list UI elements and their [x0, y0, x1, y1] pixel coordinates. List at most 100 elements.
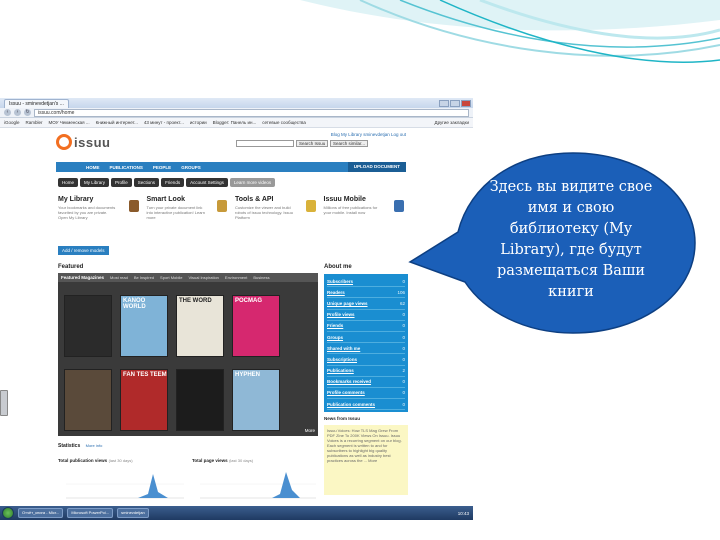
close-button[interactable] [461, 99, 471, 107]
side-scroll-handle[interactable] [0, 390, 8, 416]
about-label[interactable]: Shared with me [327, 346, 360, 351]
start-button[interactable] [2, 507, 14, 519]
bookmark-item[interactable]: iGoogle [4, 120, 20, 125]
about-value: 0 [402, 312, 405, 318]
magazine-cover[interactable] [64, 295, 112, 357]
about-label[interactable]: Publication comments [327, 402, 375, 407]
bookmark-item[interactable]: Rambler [26, 120, 43, 125]
tab-environment[interactable]: Environment [225, 275, 247, 280]
search-input[interactable] [236, 140, 294, 147]
top-links[interactable]: Blog My Library sminevdetjan Log out [331, 132, 406, 137]
back-icon[interactable]: ‹ [4, 109, 11, 116]
bookmark-item[interactable]: Blogger: Панель ин... [213, 120, 257, 125]
about-value: 62 [399, 300, 405, 306]
panel-text: Your bookmarks and documents favorited b… [58, 205, 116, 220]
about-row: Shared with me 0 [327, 343, 405, 355]
about-label[interactable]: Bookmarks received [327, 379, 371, 384]
tab-be-inspired[interactable]: Be Inspired [134, 275, 154, 280]
add-remove-button[interactable]: Add / remove models [58, 246, 109, 255]
minimize-button[interactable] [439, 99, 449, 107]
panel-my-library[interactable]: My Library Your bookmarks and documents … [58, 196, 141, 232]
tools-icon [305, 200, 316, 212]
bookmark-item[interactable]: Книжный интернет... [96, 120, 138, 125]
about-label[interactable]: Profile views [327, 312, 355, 317]
bookmark-item[interactable]: сетевые сообщества [262, 120, 306, 125]
nav-groups[interactable]: GROUPS [181, 165, 201, 170]
browser-screenshot: Issuu - sminevdetjan's ... ‹ › ↻ issuu.c… [0, 98, 473, 528]
maximize-button[interactable] [450, 99, 460, 107]
magazine-cover[interactable]: KANOO WORLD [120, 295, 168, 357]
more-link[interactable]: More [305, 428, 315, 433]
tab-sections[interactable]: Sections [133, 178, 160, 187]
panel-tools-api[interactable]: Tools & API Customize the viewer and bui… [235, 196, 318, 232]
forward-icon[interactable]: › [14, 109, 21, 116]
panel-issuu-mobile[interactable]: Issuu Mobile Millions of free publicatio… [324, 196, 407, 232]
stats-more-info[interactable]: More info [86, 443, 103, 448]
tab-friends[interactable]: Friends [161, 178, 185, 187]
tab-most-read[interactable]: Most read [110, 275, 128, 280]
tab-sport-mobile[interactable]: Sport Mobile [160, 275, 182, 280]
taskbar-item[interactable]: Отчёт_книга - Micr... [18, 508, 64, 518]
search-button[interactable]: Search Issuu [296, 140, 329, 147]
cover-title: HYPHEN [235, 372, 261, 378]
windows-taskbar: Отчёт_книга - Micr... Microsoft PowerPoi… [0, 506, 473, 520]
taskbar-item[interactable]: sminevdetjan [117, 508, 149, 518]
url-input[interactable]: issuu.com/home [34, 108, 469, 117]
tab-my-library[interactable]: My Library [80, 178, 110, 187]
magazine-cover[interactable]: FAN TES TEEM [120, 369, 168, 431]
about-label[interactable]: Publications [327, 368, 354, 373]
about-row: Unique page views 62 [327, 298, 405, 310]
bookmark-item[interactable]: Другие закладки [435, 120, 469, 125]
featured-tabs: Featured Magazines Most read Be Inspired… [58, 273, 318, 282]
about-row: Friends 0 [327, 321, 405, 332]
about-row: Readers 106 [327, 287, 405, 299]
reload-icon[interactable]: ↻ [24, 109, 31, 116]
tab-profile[interactable]: Profile [111, 178, 132, 187]
about-value: 0 [402, 390, 405, 396]
bookmark-item[interactable]: 43 минут - проект... [144, 120, 184, 125]
about-value: 2 [402, 368, 405, 374]
magazine-cover[interactable]: HYPHEN [232, 369, 280, 431]
about-label[interactable]: Friends [327, 323, 343, 328]
issuu-logo[interactable]: issuu [56, 134, 110, 150]
window-controls [439, 99, 473, 107]
about-heading: About me [324, 264, 352, 270]
page-views-chart: Total page views (last 30 days) [192, 458, 320, 503]
about-label[interactable]: Subscribers [327, 279, 353, 284]
about-label[interactable]: Groups [327, 335, 343, 340]
bookmark-item[interactable]: МОУ Чекменская ... [49, 120, 90, 125]
bookmark-item[interactable]: истории [190, 120, 207, 125]
tab-featured-magazines[interactable]: Featured Magazines [61, 275, 104, 280]
bookmarks-bar: iGoogle Rambler МОУ Чекменская ... Книжн… [0, 118, 473, 128]
magazine-cover[interactable]: THE WORD [176, 295, 224, 357]
chart-title: Total publication views [58, 458, 108, 463]
magazine-cover[interactable]: POCMAG [232, 295, 280, 357]
nav-home[interactable]: HOME [86, 165, 100, 170]
magazine-cover[interactable] [176, 369, 224, 431]
slide: Issuu - sminevdetjan's ... ‹ › ↻ issuu.c… [0, 0, 720, 540]
learn-more-videos[interactable]: Learn more videos [229, 178, 276, 187]
browser-tab[interactable]: Issuu - sminevdetjan's ... [4, 98, 69, 108]
tab-visual-inspiration[interactable]: Visual Inspiration [189, 275, 219, 280]
about-label[interactable]: Readers [327, 290, 345, 295]
nav-people[interactable]: PEOPLE [153, 165, 171, 170]
nav-publications[interactable]: PUBLICATIONS [110, 165, 143, 170]
taskbar-item[interactable]: Microsoft PowerPoi... [67, 508, 114, 518]
upload-document-button[interactable]: UPLOAD DOCUMENT [347, 162, 406, 172]
about-value: 0 [402, 401, 405, 407]
about-row: Profile comments 0 [327, 388, 405, 400]
bag-icon [128, 200, 139, 212]
panel-smart-look[interactable]: Smart Look Turn your private document li… [147, 196, 230, 232]
tab-account-settings[interactable]: Account Settings [186, 178, 228, 187]
magazine-cover[interactable] [64, 369, 112, 431]
about-label[interactable]: Profile comments [327, 390, 365, 395]
about-value: 0 [402, 278, 405, 284]
tab-home[interactable]: Home [58, 178, 79, 187]
about-row: Profile views 0 [327, 310, 405, 321]
news-heading: News from Issuu [324, 416, 361, 421]
about-label[interactable]: Subscriptions [327, 357, 357, 362]
search-similar-button[interactable]: Search similar... [330, 140, 369, 147]
about-label[interactable]: Unique page views [327, 301, 368, 306]
tab-business[interactable]: Business [253, 275, 269, 280]
issuu-header: issuu Search Issuu Search similar... Blo… [56, 132, 406, 154]
